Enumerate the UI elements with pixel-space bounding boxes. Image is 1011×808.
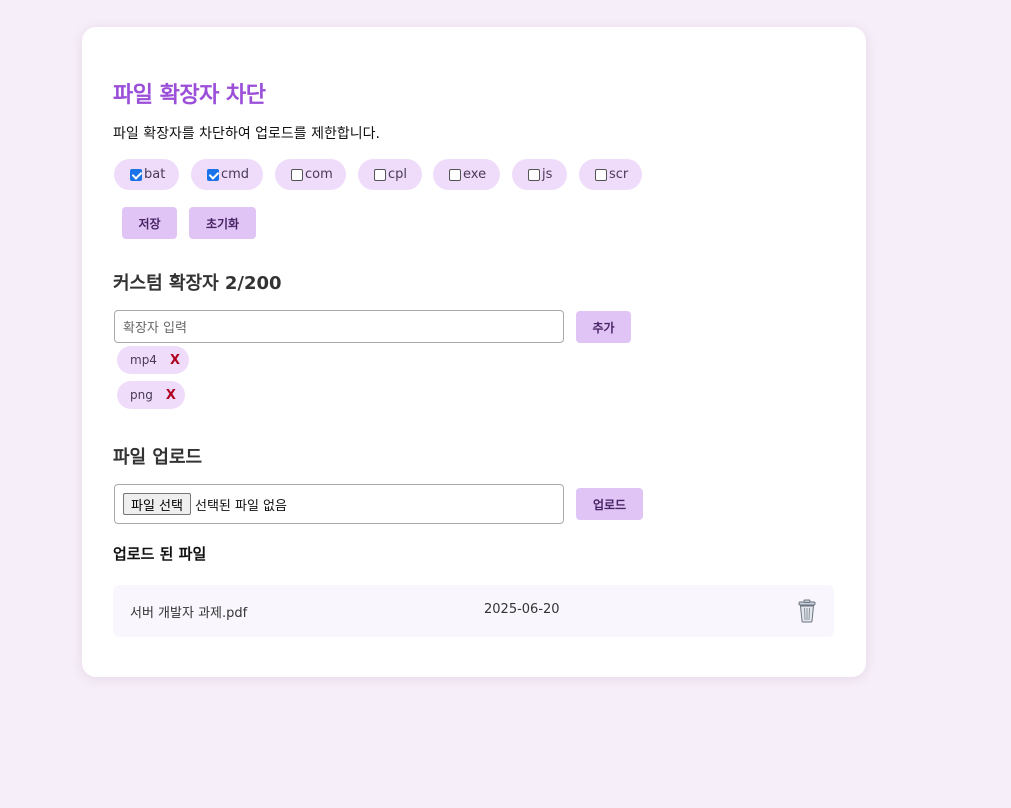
upload-heading: 파일 업로드 [113, 447, 203, 468]
ext-label: cmd [221, 167, 250, 182]
save-button[interactable]: 저장 [122, 207, 177, 239]
ext-label: exe [463, 167, 487, 182]
remove-tag-button[interactable]: X [170, 353, 180, 368]
reset-button[interactable]: 초기화 [189, 207, 256, 239]
ext-chip-exe[interactable]: exe [433, 159, 500, 190]
choose-file-button[interactable]: 파일 선택 [123, 493, 191, 515]
ext-label: com [305, 167, 333, 182]
ext-label: js [542, 167, 553, 182]
uploaded-heading: 업로드 된 파일 [113, 545, 207, 563]
tag-label: png [130, 388, 153, 402]
ext-chip-bat[interactable]: bat [114, 159, 179, 190]
ext-chip-com[interactable]: com [275, 159, 346, 190]
tag-label: mp4 [130, 353, 157, 367]
ext-chip-scr[interactable]: scr [579, 159, 642, 190]
file-row: 서버 개발자 과제.pdf 2025-06-20 [113, 585, 834, 637]
main-card: 파일 확장자 차단 파일 확장자를 차단하여 업로드를 제한합니다. bat c… [82, 27, 866, 677]
ext-chip-cmd[interactable]: cmd [191, 159, 263, 190]
checkbox-cmd[interactable] [207, 168, 219, 181]
checkbox-bat[interactable] [130, 168, 142, 181]
remove-tag-button[interactable]: X [166, 388, 176, 403]
page-description: 파일 확장자를 차단하여 업로드를 제한합니다. [113, 126, 380, 142]
custom-heading: 커스텀 확장자 2/200 [113, 273, 282, 294]
checkbox-scr[interactable] [595, 168, 607, 181]
checkbox-cpl[interactable] [374, 168, 386, 181]
checkbox-com[interactable] [291, 168, 303, 181]
ext-chip-cpl[interactable]: cpl [358, 159, 422, 190]
file-name: 서버 개발자 과제.pdf [130, 606, 248, 621]
checkbox-exe[interactable] [449, 168, 461, 181]
no-file-label: 선택된 파일 없음 [194, 498, 287, 514]
upload-button[interactable]: 업로드 [576, 488, 643, 520]
add-button[interactable]: 추가 [576, 311, 631, 343]
ext-chip-js[interactable]: js [512, 159, 567, 190]
trash-icon[interactable] [796, 599, 818, 623]
checkbox-js[interactable] [528, 168, 540, 181]
file-date: 2025-06-20 [484, 602, 560, 617]
file-input[interactable]: 파일 선택 선택된 파일 없음 [114, 484, 564, 524]
custom-tag-mp4: mp4 X [117, 346, 189, 374]
custom-tag-png: png X [117, 381, 185, 409]
page-title: 파일 확장자 차단 [113, 83, 266, 108]
ext-label: scr [609, 167, 629, 182]
ext-label: bat [144, 167, 166, 182]
ext-label: cpl [388, 167, 408, 182]
extension-input[interactable]: 확장자 입력 [114, 310, 564, 343]
